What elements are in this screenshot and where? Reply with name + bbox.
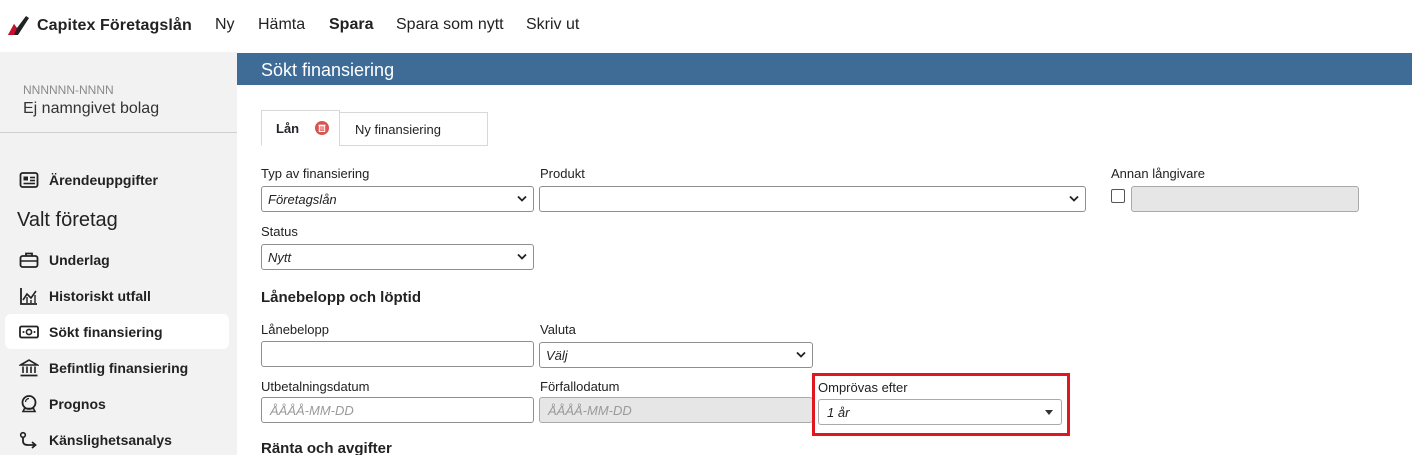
tab-lan[interactable]: Lån — [261, 110, 340, 146]
nav-print[interactable]: Skriv ut — [526, 16, 579, 34]
review-select[interactable]: 1 år — [818, 399, 1062, 425]
sidebar: NNNNNN-NNNN Ej namngivet bolag Ärendeupp… — [0, 52, 237, 455]
bank-icon — [19, 358, 39, 376]
tab-ny-finansiering[interactable]: Ny finansiering — [339, 112, 488, 146]
maturity-date-input: ÅÅÅÅ-MM-DD — [539, 397, 813, 423]
sidebar-item-case-details[interactable]: Ärendeuppgifter — [5, 162, 229, 197]
currency-select[interactable]: Välj — [539, 342, 813, 368]
trash-icon[interactable] — [315, 121, 330, 135]
chevron-down-icon — [517, 195, 527, 202]
amount-input[interactable] — [261, 341, 534, 367]
nav-new[interactable]: Ny — [215, 16, 235, 34]
sidebar-item-historiskt-utfall[interactable]: Historiskt utfall — [5, 278, 229, 313]
status-label: Status — [261, 224, 298, 239]
sidebar-item-prognos[interactable]: Prognos — [5, 386, 229, 421]
sidebar-item-label: Underlag — [49, 251, 110, 268]
money-icon — [19, 325, 39, 338]
amount-label: Lånebelopp — [261, 322, 329, 337]
status-select[interactable]: Nytt — [261, 244, 534, 270]
chevron-down-icon — [796, 351, 806, 358]
sidebar-item-befintlig-finansiering[interactable]: Befintlig finansiering — [5, 350, 229, 385]
review-label: Omprövas efter — [818, 380, 908, 395]
sidebar-divider — [0, 132, 237, 133]
other-lender-input — [1131, 186, 1359, 212]
company-id: NNNNNN-NNNN — [23, 83, 114, 97]
type-select[interactable]: Företagslån — [261, 186, 534, 212]
product-label: Produkt — [540, 166, 585, 181]
payout-date-placeholder: ÅÅÅÅ-MM-DD — [270, 402, 354, 418]
chevron-down-icon — [1069, 195, 1079, 202]
chart-icon — [20, 287, 37, 305]
brand[interactable]: Capitex Företagslån — [6, 14, 192, 38]
currency-select-value: Välj — [546, 347, 568, 363]
page-title: Sökt finansiering — [261, 60, 395, 80]
sidebar-item-label: Känslighetsanalys — [49, 431, 172, 448]
nav-save[interactable]: Spara — [329, 16, 373, 34]
payout-date-input[interactable]: ÅÅÅÅ-MM-DD — [261, 397, 534, 423]
type-select-value: Företagslån — [268, 191, 337, 207]
sidebar-item-sokt-finansiering[interactable]: Sökt finansiering — [5, 314, 229, 349]
nav-fetch[interactable]: Hämta — [258, 16, 305, 34]
product-select[interactable] — [539, 186, 1086, 212]
nav-save-as-new[interactable]: Spara som nytt — [396, 16, 504, 34]
status-select-value: Nytt — [268, 249, 292, 265]
chevron-down-icon — [517, 253, 527, 260]
sidebar-item-label: Historiskt utfall — [49, 287, 151, 304]
tab-label: Lån — [276, 120, 300, 136]
maturity-date-placeholder: ÅÅÅÅ-MM-DD — [548, 402, 632, 418]
other-lender-checkbox[interactable] — [1111, 189, 1125, 203]
sidebar-item-label: Prognos — [49, 395, 106, 412]
review-select-value: 1 år — [827, 404, 850, 420]
crystal-ball-icon — [21, 394, 37, 412]
sidebar-item-kanslighetsanalys[interactable]: Känslighetsanalys — [5, 422, 229, 455]
caret-down-icon — [1045, 410, 1053, 415]
brand-name: Capitex Företagslån — [37, 17, 192, 34]
interest-section-heading: Ränta och avgifter — [261, 440, 392, 455]
sidebar-item-label: Ärendeuppgifter — [49, 171, 158, 188]
tab-label: Ny finansiering — [355, 121, 441, 137]
maturity-label: Förfallodatum — [540, 379, 620, 394]
type-label: Typ av finansiering — [261, 166, 370, 181]
sidebar-item-label: Befintlig finansiering — [49, 359, 189, 376]
route-icon — [19, 431, 37, 449]
other-lender-label: Annan långivare — [1111, 166, 1205, 181]
sidebar-item-label: Sökt finansiering — [49, 323, 163, 340]
section-header: Sökt finansiering — [237, 53, 1412, 85]
loan-section-heading: Lånebelopp och löptid — [261, 289, 421, 306]
sidebar-item-underlag[interactable]: Underlag — [5, 242, 229, 277]
currency-label: Valuta — [540, 322, 576, 337]
company-name[interactable]: Ej namngivet bolag — [23, 100, 159, 118]
capitex-logo-icon — [8, 16, 29, 35]
briefcase-icon — [19, 252, 39, 268]
id-card-icon — [19, 171, 39, 188]
payout-label: Utbetalningsdatum — [261, 379, 370, 394]
sidebar-heading: Valt företag — [17, 209, 118, 231]
top-navigation: Capitex Företagslån Ny Hämta Spara Spara… — [0, 0, 1412, 52]
